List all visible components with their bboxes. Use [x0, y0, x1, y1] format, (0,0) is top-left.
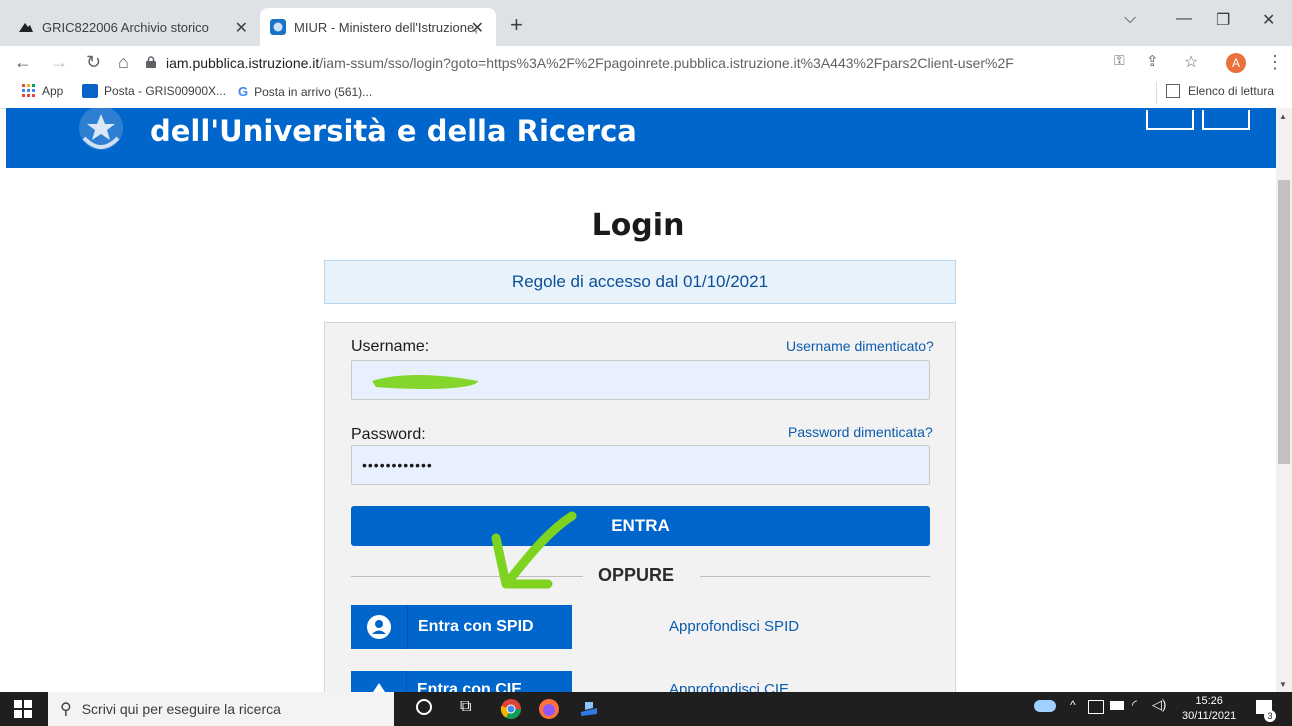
- clock-date: 30/11/2021: [1182, 710, 1237, 722]
- battery-icon[interactable]: [1110, 701, 1124, 710]
- google-icon: G: [238, 84, 249, 99]
- spid-button-label: Entra con SPID: [418, 618, 534, 635]
- bookmark-label: Posta in arrivo (561)...: [254, 84, 373, 99]
- chevron-up-icon[interactable]: ^: [1070, 698, 1076, 712]
- star-icon[interactable]: ☆: [1184, 52, 1198, 72]
- cie-icon: [351, 671, 407, 692]
- taskbar-search[interactable]: ⚲ Scrivi qui per eseguire la ricerca: [48, 692, 394, 726]
- firefox-icon[interactable]: [538, 698, 560, 720]
- scroll-down-icon[interactable]: ▼: [1279, 680, 1287, 689]
- header-button-2[interactable]: [1202, 110, 1250, 130]
- tab-miur[interactable]: MIUR - Ministero dell'Istruzione, ✕: [260, 8, 496, 46]
- user-icon: [351, 605, 408, 649]
- url-host: iam.pubblica.istruzione.it: [166, 55, 320, 71]
- close-window-icon[interactable]: ✕: [1262, 10, 1275, 30]
- cie-login-button[interactable]: Entra con CIE: [351, 671, 572, 692]
- outlook-icon: [82, 84, 98, 98]
- clock-time: 15:26: [1195, 695, 1223, 707]
- bookmark-apps[interactable]: App: [22, 84, 63, 98]
- cie-button-label: Entra con CIE: [417, 681, 522, 692]
- spid-info-link[interactable]: Approfondisci SPID: [669, 618, 799, 635]
- app-icon[interactable]: [578, 698, 600, 720]
- login-button[interactable]: ENTRA: [351, 506, 930, 546]
- task-view-icon[interactable]: ⧉: [460, 698, 471, 716]
- tab-archivio[interactable]: GRIC822006 Archivio storico ✕: [8, 8, 260, 46]
- cloud-icon: [18, 19, 34, 35]
- clock[interactable]: 15:26 30/11/2021: [1182, 694, 1236, 724]
- tab-label: GRIC822006 Archivio storico: [42, 19, 209, 35]
- wifi-icon[interactable]: ◜: [1132, 697, 1137, 713]
- username-field[interactable]: [351, 360, 930, 400]
- cie-info-link[interactable]: Approfondisci CIE: [669, 681, 789, 692]
- divider: [1156, 82, 1157, 104]
- bookmark-posta[interactable]: Posta - GRIS00900X...: [82, 84, 226, 98]
- new-tab-icon[interactable]: +: [510, 12, 523, 38]
- annotation-arrow-icon: [491, 511, 577, 589]
- close-icon[interactable]: ✕: [235, 18, 248, 38]
- chrome-icon[interactable]: [500, 698, 522, 720]
- avatar[interactable]: A: [1226, 53, 1246, 73]
- address-bar[interactable]: iam.pubblica.istruzione.it/iam-ssum/sso/…: [146, 50, 1096, 76]
- chevron-down-icon[interactable]: ⌵: [1124, 10, 1136, 28]
- password-label: Password:: [351, 426, 426, 443]
- page-title: Login: [591, 208, 685, 243]
- minimize-icon[interactable]: —: [1176, 10, 1192, 28]
- back-icon[interactable]: ←: [14, 52, 32, 73]
- menu-dots-icon[interactable]: ⋮: [1266, 52, 1284, 73]
- share-icon[interactable]: ⇪: [1146, 52, 1159, 70]
- search-icon: ⚲: [60, 701, 72, 718]
- rules-link-label: Regole di accesso dal 01/10/2021: [511, 272, 769, 291]
- password-forgot-link[interactable]: Password dimenticata?: [788, 424, 933, 440]
- login-button-label: ENTRA: [611, 516, 670, 535]
- volume-icon[interactable]: ◁): [1152, 697, 1166, 713]
- spid-login-button[interactable]: Entra con SPID: [351, 605, 572, 649]
- weather-icon[interactable]: [1034, 700, 1056, 712]
- page-header-title: dell'Università e della Ricerca: [150, 114, 637, 148]
- meet-now-icon[interactable]: [1088, 700, 1104, 714]
- bookmark-gmail[interactable]: G Posta in arrivo (561)...: [238, 84, 372, 99]
- header-button-1[interactable]: [1146, 110, 1194, 130]
- reading-list-button[interactable]: Elenco di lettura: [1166, 84, 1274, 98]
- close-icon[interactable]: ✕: [471, 18, 484, 38]
- taskbar-search-placeholder: Scrivi qui per eseguire la ricerca: [81, 701, 281, 717]
- lock-icon: [146, 55, 156, 71]
- username-label: Username:: [351, 338, 430, 355]
- scroll-up-icon[interactable]: ▲: [1279, 112, 1287, 121]
- key-icon[interactable]: ⚿: [1114, 52, 1125, 69]
- reading-list-label: Elenco di lettura: [1188, 84, 1275, 98]
- notification-count-badge: 3: [1264, 710, 1276, 722]
- password-field[interactable]: ••••••••••••: [351, 445, 930, 485]
- url-path: /iam-ssum/sso/login?goto=https%3A%2F%2Fp…: [319, 55, 1014, 71]
- rules-link[interactable]: Regole di accesso dal 01/10/2021: [324, 260, 956, 304]
- forward-icon[interactable]: →: [50, 52, 68, 73]
- highlighter-mark-icon: [372, 375, 478, 389]
- reading-list-icon: [1166, 84, 1180, 98]
- divider: [700, 576, 930, 577]
- reload-icon[interactable]: ↻: [86, 52, 101, 73]
- apps-grid-icon: [22, 84, 36, 98]
- bookmark-label: Posta - GRIS00900X...: [104, 84, 227, 98]
- miur-favicon-icon: [270, 19, 286, 35]
- username-forgot-link[interactable]: Username dimenticato?: [786, 338, 934, 354]
- bookmark-label: App: [42, 84, 64, 98]
- home-icon[interactable]: ⌂: [118, 52, 129, 73]
- cortana-icon[interactable]: [416, 699, 432, 715]
- republic-emblem-icon: [72, 106, 130, 158]
- restore-icon[interactable]: ❐: [1216, 10, 1230, 30]
- tab-label: MIUR - Ministero dell'Istruzione,: [294, 19, 478, 35]
- or-separator: OPPURE: [598, 565, 675, 585]
- scrollbar-thumb[interactable]: [1278, 180, 1290, 464]
- windows-start-icon[interactable]: [14, 700, 32, 723]
